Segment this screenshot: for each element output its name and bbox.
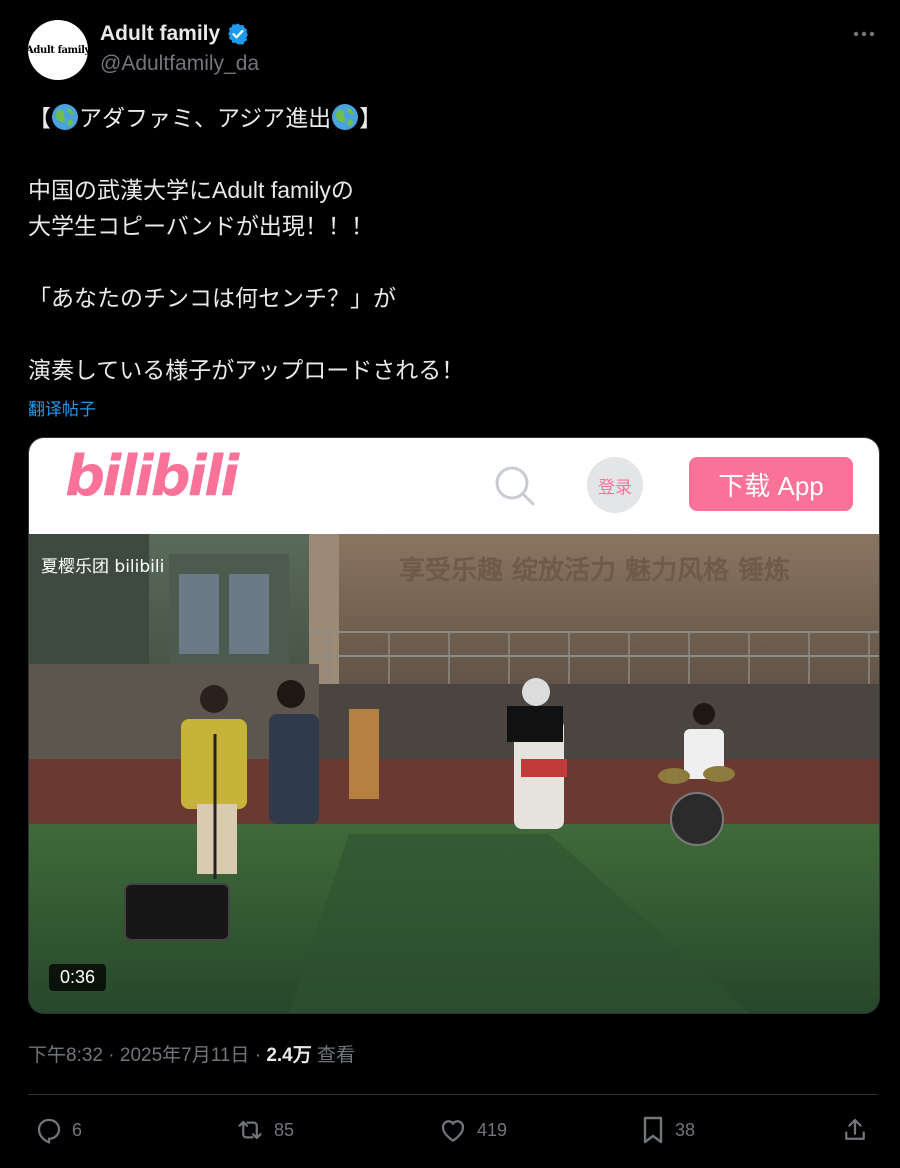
tweet-line-1: 【アダファミ、アジア進出】	[28, 104, 383, 131]
globe-icon	[332, 104, 359, 130]
avatar[interactable]: Adult family	[28, 20, 88, 80]
retweet-icon	[238, 1120, 262, 1140]
divider	[28, 1094, 878, 1095]
more-button[interactable]	[850, 22, 878, 46]
like-icon	[441, 1120, 465, 1142]
tweet-line-4: 「あなたのチンコは何センチ？」が	[28, 285, 396, 311]
video-duration: 0:36	[49, 964, 107, 991]
views-label: 查看	[317, 1045, 356, 1066]
tweet-time[interactable]: 下午8:32	[28, 1045, 103, 1066]
tweet-line-5: 演奏している様子がアップロードされる！	[28, 357, 465, 383]
video-thumbnail: 享受乐趣 绽放活力 魅力风格 锤炼 夏樱乐团 bilibili	[29, 534, 879, 1013]
translate-link[interactable]: 翻译帖子	[28, 395, 96, 420]
views-count: 2.4万	[266, 1045, 312, 1066]
video-card[interactable]: bilibili 登录 下载 App 享受乐趣 绽放活力 魅力风格 锤炼 夏樱乐…	[28, 437, 880, 1014]
reply-count: 6	[72, 1119, 83, 1140]
retweet-button[interactable]: 85	[234, 1110, 294, 1150]
like-button[interactable]: 419	[437, 1110, 507, 1150]
download-app-button: 下载 App	[689, 457, 853, 511]
like-count: 419	[477, 1119, 508, 1140]
wall-banner-text: 享受乐趣 绽放活力 魅力风格 锤炼	[399, 555, 790, 586]
bookmark-icon	[643, 1116, 663, 1144]
tweet-meta: 下午8:32 · 2025年7月11日 · 2.4万 查看	[28, 1045, 356, 1066]
video-watermark: 夏樱乐团 bilibili	[41, 557, 164, 577]
tweet-date[interactable]: 2025年7月11日	[120, 1045, 250, 1066]
login-button: 登录	[587, 457, 643, 513]
action-bar: 6 85 419 38	[0, 1110, 900, 1150]
retweet-count: 85	[274, 1119, 295, 1140]
bilibili-logo: bilibili	[65, 444, 239, 509]
tweet-line-3: 大学生コピーバンドが出現！！！	[28, 213, 374, 239]
globe-icon	[52, 104, 78, 130]
avatar-text: Adult family	[28, 44, 88, 56]
verified-badge-icon	[228, 23, 249, 45]
tweet-line-2: 中国の武漢大学にAdult familyの	[28, 177, 354, 203]
author-name-row: Adult family	[100, 22, 250, 46]
display-name[interactable]: Adult family	[100, 22, 220, 46]
tweet-line-1-text: アダファミ、アジア進出	[79, 105, 332, 131]
bilibili-header: bilibili 登录 下载 App	[29, 438, 879, 534]
tweet-text: 【アダファミ、アジア進出】 中国の武漢大学にAdult familyの 大学生コ…	[28, 100, 868, 388]
reply-icon	[37, 1118, 61, 1144]
bookmark-count: 38	[675, 1119, 696, 1140]
share-button[interactable]	[840, 1110, 870, 1150]
search-icon	[495, 466, 535, 506]
bookmark-button[interactable]: 38	[639, 1110, 695, 1150]
reply-button[interactable]: 6	[34, 1110, 82, 1150]
more-icon	[853, 31, 875, 37]
share-icon	[845, 1118, 865, 1140]
handle[interactable]: @Adultfamily_da	[100, 52, 259, 76]
